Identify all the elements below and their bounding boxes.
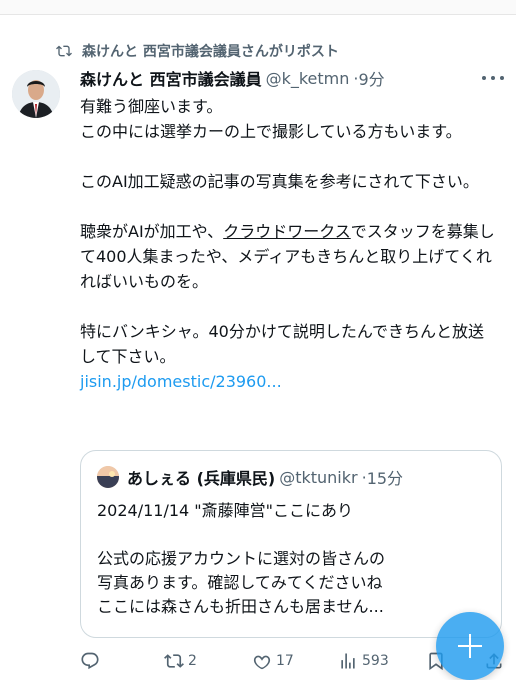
repost-action-icon (164, 654, 184, 668)
quoted-tweet-card[interactable]: あしぇる (兵庫県民) @tktunikr · 15分 2024/11/14 "… (80, 450, 502, 638)
like-button[interactable]: 17 (252, 648, 294, 674)
heart-icon (253, 655, 271, 670)
repost-banner-text: 森けんと 西宮市議会議員さんがリポスト (82, 44, 339, 60)
repost-count: 2 (188, 653, 197, 669)
repost-banner[interactable]: 森けんと 西宮市議会議員さんがリポスト (54, 40, 339, 62)
quote-author-name: あしぇる (兵庫県民) (127, 469, 276, 488)
quote-author-handle: @tktunikr (279, 467, 358, 487)
more-options-icon[interactable] (482, 70, 504, 86)
quote-text: 2024/11/14 "斎藤陣営"ここにあり 公式の応援アカウントに選対の皆さん… (97, 501, 386, 616)
tweet-para-2: このAI加工疑惑の記事の写真集を参考にされて下さい。 (80, 172, 479, 191)
tweet-underlined-phrase: クラウドワークス (223, 222, 351, 241)
tweet-header: 森けんと 西宮市議会議員 @k_ketmn · 9分 (80, 66, 385, 90)
tweet-time[interactable]: 9分 (358, 66, 384, 90)
quote-time: 15分 (366, 469, 404, 488)
author-handle[interactable]: @k_ketmn (266, 69, 350, 88)
views-count: 593 (362, 653, 389, 669)
author-avatar[interactable] (12, 70, 60, 118)
reply-button[interactable] (80, 648, 104, 674)
reply-icon (81, 652, 99, 670)
quote-author-avatar (97, 466, 119, 488)
views-icon (341, 653, 355, 669)
repost-button[interactable]: 2 (164, 648, 197, 674)
tweet-para-4: 特にバンキシャ。40分かけて説明したんできちんと放送して下さい。 (80, 322, 485, 366)
plus-icon (458, 634, 482, 658)
repost-icon (56, 45, 72, 57)
author-name[interactable]: 森けんと 西宮市議会議員 (80, 66, 262, 90)
tweet-link[interactable]: jisin.jp/domestic/23960... (80, 372, 282, 391)
status-bar-area (0, 0, 516, 15)
tweet-body: 有難う御座います。 この中には選挙カーの上で撮影している方もいます。 このAI加… (80, 94, 500, 394)
like-count: 17 (276, 653, 294, 669)
compose-button[interactable] (436, 612, 504, 680)
tweet-para-3-pre: 聴衆がAIが加工や、 (80, 222, 224, 241)
quote-header: あしぇる (兵庫県民) @tktunikr · 15分 (97, 465, 403, 489)
tweet-para-1: 有難う御座います。 この中には選挙カーの上で撮影している方もいます。 (80, 97, 462, 141)
views-button[interactable]: 593 (338, 648, 389, 674)
